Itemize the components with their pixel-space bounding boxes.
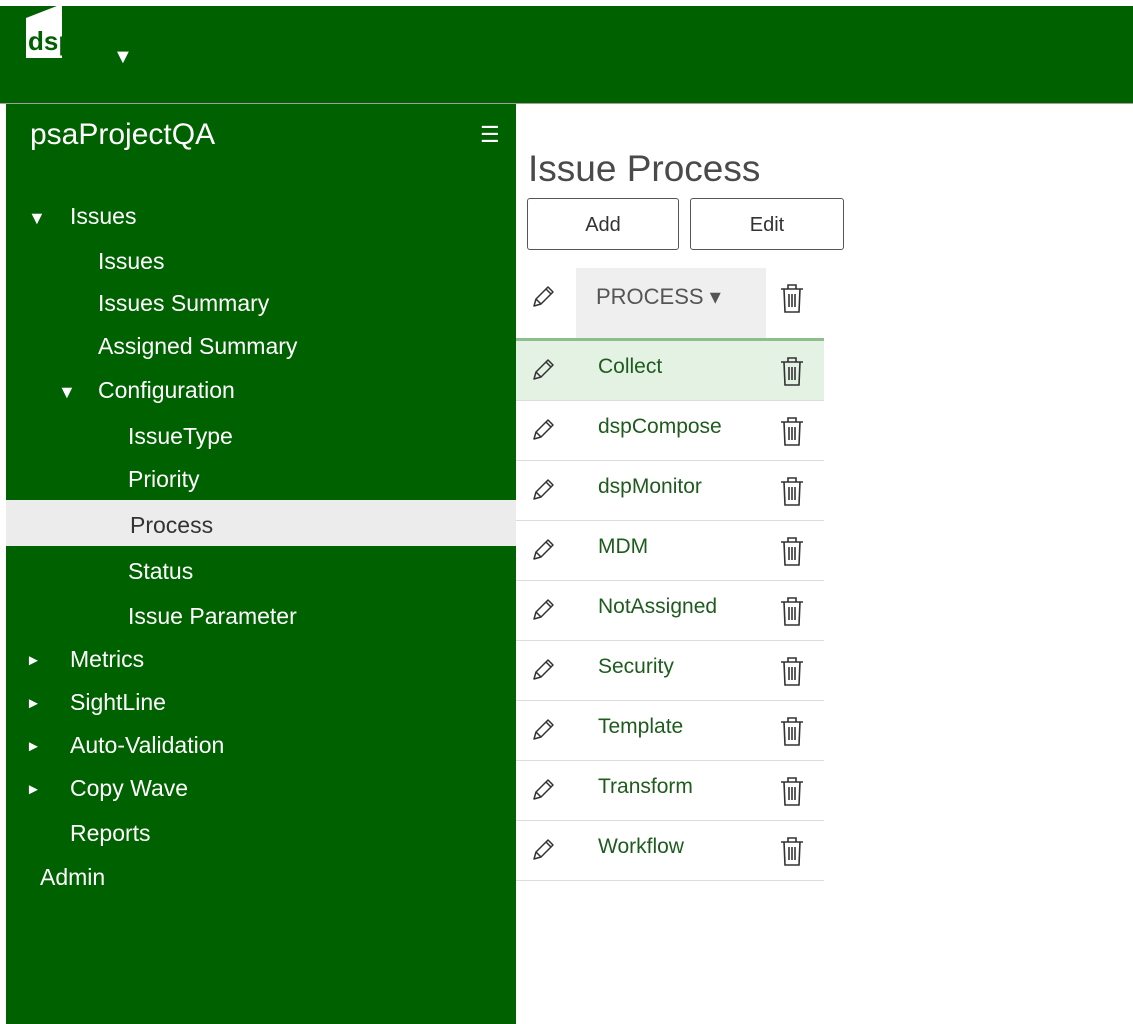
sidebar-item-issues-group[interactable]: Issues bbox=[70, 203, 136, 230]
edit-pencil-icon[interactable] bbox=[530, 717, 556, 743]
table-row[interactable]: dspMonitor bbox=[516, 461, 824, 521]
sidebar-item-issues-summary[interactable]: Issues Summary bbox=[98, 290, 269, 317]
delete-trash-icon[interactable] bbox=[778, 775, 806, 807]
sidebar-item-assigned-summary[interactable]: Assigned Summary bbox=[98, 333, 297, 360]
project-title: psaProjectQA bbox=[30, 118, 216, 151]
sidebar-item-metrics[interactable]: Metrics bbox=[70, 646, 144, 673]
add-button[interactable]: Add bbox=[527, 198, 679, 250]
process-name[interactable]: Transform bbox=[598, 775, 693, 799]
sidebar-item-copy-wave[interactable]: Copy Wave bbox=[70, 775, 188, 802]
process-name[interactable]: dspCompose bbox=[598, 415, 722, 439]
logo-text: dsp bbox=[28, 26, 74, 56]
delete-trash-icon[interactable] bbox=[778, 355, 806, 387]
delete-trash-icon[interactable] bbox=[778, 715, 806, 747]
table-row[interactable]: Collect bbox=[516, 341, 824, 401]
process-column-label[interactable]: PROCESS ▾ bbox=[596, 284, 721, 310]
delete-trash-icon[interactable] bbox=[778, 835, 806, 867]
edit-button[interactable]: Edit bbox=[690, 198, 844, 250]
process-name[interactable]: Workflow bbox=[598, 835, 684, 859]
sidebar-selection-highlight bbox=[6, 500, 516, 546]
table-row[interactable]: Transform bbox=[516, 761, 824, 821]
edit-pencil-icon[interactable] bbox=[530, 477, 556, 503]
edit-pencil-icon[interactable] bbox=[530, 537, 556, 563]
sidebar-item-priority[interactable]: Priority bbox=[128, 466, 200, 493]
process-name[interactable]: Template bbox=[598, 715, 683, 739]
process-name[interactable]: dspMonitor bbox=[598, 475, 702, 499]
process-name[interactable]: Collect bbox=[598, 355, 662, 379]
process-name[interactable]: NotAssigned bbox=[598, 595, 717, 619]
edit-pencil-icon[interactable] bbox=[530, 357, 556, 383]
edit-pencil-icon[interactable] bbox=[530, 777, 556, 803]
process-name[interactable]: Security bbox=[598, 655, 674, 679]
expand-arrow-icon[interactable]: ► bbox=[26, 738, 41, 755]
sidebar-item-process[interactable]: Process bbox=[130, 512, 213, 539]
delete-trash-icon[interactable] bbox=[778, 415, 806, 447]
sidebar-item-issues[interactable]: Issues bbox=[98, 248, 164, 275]
delete-trash-icon[interactable] bbox=[778, 535, 806, 567]
page-title: Issue Process bbox=[528, 148, 761, 189]
sidebar-item-configuration[interactable]: Configuration bbox=[98, 377, 235, 404]
sidebar-item-issuetype[interactable]: IssueType bbox=[128, 423, 233, 450]
table-row[interactable]: Security bbox=[516, 641, 824, 701]
sidebar-item-reports[interactable]: Reports bbox=[70, 820, 151, 847]
top-bar bbox=[0, 0, 1133, 104]
sidebar-item-admin[interactable]: Admin bbox=[40, 864, 105, 891]
pencil-icon bbox=[533, 286, 554, 307]
sidebar-item-status[interactable]: Status bbox=[128, 558, 193, 585]
edit-pencil-icon[interactable] bbox=[530, 597, 556, 623]
delete-trash-icon[interactable] bbox=[778, 655, 806, 687]
trash-icon bbox=[781, 284, 803, 313]
expand-arrow-icon[interactable]: ► bbox=[26, 781, 41, 798]
table-row[interactable]: dspCompose bbox=[516, 401, 824, 461]
table-row[interactable]: Workflow bbox=[516, 821, 824, 881]
edit-pencil-icon[interactable] bbox=[530, 837, 556, 863]
app-menu-dropdown-icon[interactable]: ▼ bbox=[113, 46, 133, 69]
sidebar-item-sightline[interactable]: SightLine bbox=[70, 689, 166, 716]
table-row[interactable]: NotAssigned bbox=[516, 581, 824, 641]
sidebar-item-auto-validation[interactable]: Auto-Validation bbox=[70, 732, 224, 759]
table-row[interactable]: MDM bbox=[516, 521, 824, 581]
collapse-arrow-icon[interactable]: ▼ bbox=[28, 208, 46, 229]
sidebar-item-issue-parameter[interactable]: Issue Parameter bbox=[128, 603, 297, 630]
edit-pencil-icon[interactable] bbox=[530, 417, 556, 443]
expand-arrow-icon[interactable]: ► bbox=[26, 652, 41, 669]
delete-trash-icon[interactable] bbox=[778, 475, 806, 507]
expand-arrow-icon[interactable]: ► bbox=[26, 695, 41, 712]
hamburger-menu-icon[interactable]: ☰ bbox=[480, 122, 500, 148]
dsp-logo[interactable]: dsp bbox=[26, 4, 90, 58]
table-row[interactable]: Template bbox=[516, 701, 824, 761]
process-name[interactable]: MDM bbox=[598, 535, 648, 559]
edit-pencil-icon[interactable] bbox=[530, 657, 556, 683]
delete-trash-icon[interactable] bbox=[778, 595, 806, 627]
collapse-arrow-icon[interactable]: ▼ bbox=[58, 382, 76, 403]
